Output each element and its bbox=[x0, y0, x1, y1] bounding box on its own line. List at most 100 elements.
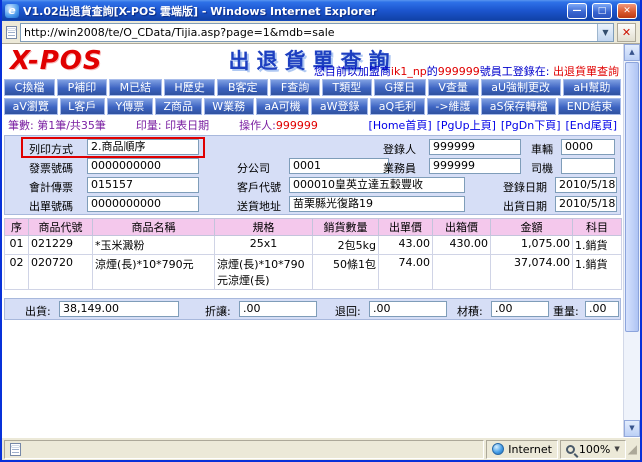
xpos-logo: X-POS bbox=[10, 46, 103, 76]
toolbar-button[interactable]: Y傳票 bbox=[107, 98, 153, 115]
voucher-field[interactable]: 015157 bbox=[87, 177, 199, 193]
login-date-label: 登錄日期 bbox=[503, 179, 547, 195]
discount-label: 折讓: bbox=[205, 303, 231, 319]
nav-link-home[interactable]: [Home首頁] bbox=[369, 117, 432, 133]
title-bar: e V1.02出退貨查詢[X-POS 雲端版] - Windows Intern… bbox=[2, 0, 640, 21]
login-person-label: 登錄人 bbox=[383, 141, 416, 157]
login-location: 出退貨單查詢 bbox=[553, 65, 619, 78]
ship-total-field[interactable]: 38,149.00 bbox=[59, 301, 179, 317]
column-header: 銷貨數量 bbox=[313, 219, 379, 236]
minimize-button[interactable]: — bbox=[567, 3, 587, 19]
vertical-scrollbar[interactable]: ▲ ▼ bbox=[623, 44, 640, 437]
cell-box-price: 430.00 bbox=[433, 236, 491, 255]
discount-field[interactable]: .00 bbox=[239, 301, 317, 317]
nav-link-pgup[interactable]: [PgUp上頁] bbox=[437, 117, 496, 133]
toolbar-button[interactable]: Z商品 bbox=[155, 98, 202, 115]
vehicle-label: 車輛 bbox=[531, 141, 553, 157]
zoom-dropdown-icon[interactable]: ▼ bbox=[614, 445, 619, 453]
toolbar-button[interactable]: aA可機 bbox=[256, 98, 310, 115]
address-input[interactable]: http://win2008/te/O_CData/Tijia.asp?page… bbox=[20, 23, 614, 42]
toolbar-button[interactable]: aQ毛利 bbox=[370, 98, 425, 115]
table-row[interactable]: 01 021229 *玉米澱粉 25x1 2包5kg 43.00 430.00 … bbox=[5, 236, 622, 255]
toolbar-button[interactable]: aS保存轉檔 bbox=[481, 98, 556, 115]
salesman-field[interactable]: 999999 bbox=[429, 158, 521, 174]
content-area: X-POS 出退貨單查詢 您目前以加盟商ik1_np的999999號員工登錄在:… bbox=[2, 44, 640, 437]
print-date-info: 印量: 印表日期 bbox=[136, 117, 209, 133]
column-header: 出單價 bbox=[379, 219, 433, 236]
toolbar-button[interactable]: aU強制更改 bbox=[481, 79, 561, 96]
window-title: V1.02出退貨查詢[X-POS 雲端版] - Windows Internet… bbox=[23, 3, 562, 19]
cell-unit-price: 43.00 bbox=[379, 236, 433, 255]
nav-link-end[interactable]: [End尾頁] bbox=[566, 117, 618, 133]
toolbar-button[interactable]: P補印 bbox=[57, 79, 107, 96]
toolbar-button[interactable]: F查詢 bbox=[270, 79, 320, 96]
driver-field[interactable] bbox=[561, 158, 615, 174]
scroll-track[interactable] bbox=[624, 333, 640, 420]
stop-button[interactable]: ✕ bbox=[617, 23, 636, 42]
toolbar-button[interactable]: G擇日 bbox=[374, 79, 426, 96]
toolbar-button[interactable]: L客戶 bbox=[60, 98, 105, 115]
delivery-address-field[interactable]: 苗栗縣光復路19 bbox=[289, 196, 465, 212]
toolbar-button[interactable]: aH幫助 bbox=[563, 79, 621, 96]
status-main-panel bbox=[4, 440, 484, 459]
cell-product-code: 021229 bbox=[29, 236, 93, 255]
return-field[interactable]: .00 bbox=[369, 301, 447, 317]
order-no-field[interactable]: 0000000000 bbox=[87, 196, 199, 212]
invoice-label: 發票號碼 bbox=[29, 160, 73, 176]
column-header: 出箱價 bbox=[433, 219, 491, 236]
toolbar-button[interactable]: B客定 bbox=[217, 79, 268, 96]
cell-product-name: *玉米澱粉 bbox=[93, 236, 215, 255]
driver-label: 司機 bbox=[531, 160, 553, 176]
cell-qty: 2包5kg bbox=[313, 236, 379, 255]
toolbar-button[interactable]: W業務 bbox=[204, 98, 254, 115]
scroll-up-icon[interactable]: ▲ bbox=[624, 44, 640, 61]
ie-logo-icon: e bbox=[5, 4, 19, 18]
cell-seq: 01 bbox=[5, 236, 29, 255]
branch-field[interactable]: 0001 bbox=[289, 158, 389, 174]
zoom-panel[interactable]: 100% ▼ bbox=[560, 440, 626, 459]
weight-field[interactable]: .00 bbox=[585, 301, 619, 317]
address-bar: http://win2008/te/O_CData/Tijia.asp?page… bbox=[2, 21, 640, 44]
browser-window: e V1.02出退貨查詢[X-POS 雲端版] - Windows Intern… bbox=[0, 0, 642, 462]
resize-grip[interactable]: ◢ bbox=[628, 443, 638, 455]
volume-field[interactable]: .00 bbox=[491, 301, 549, 317]
print-mode-label: 列印方式 bbox=[29, 141, 73, 157]
login-date-field[interactable]: 2010/5/18 bbox=[555, 177, 617, 193]
toolbar-button[interactable]: aV瀏覽 bbox=[4, 98, 58, 115]
ship-date-field[interactable]: 2010/5/18 bbox=[555, 196, 617, 212]
toolbar-button[interactable]: C換檔 bbox=[4, 79, 55, 96]
record-status-line: 筆數: 第1筆/共35筆 印量: 印表日期 操作人: 999999 [Home首… bbox=[2, 115, 623, 134]
zone-label: Internet bbox=[508, 443, 552, 456]
vehicle-field[interactable]: 0000 bbox=[561, 139, 615, 155]
customer-label: 客戶代號 bbox=[237, 179, 281, 195]
toolbar-button[interactable]: aW登錄 bbox=[311, 98, 368, 115]
table-header-row: 序 商品代號 商品名稱 規格 銷貨數量 出單價 出箱價 金額 科目 bbox=[5, 219, 622, 236]
toolbar-button[interactable]: H歷史 bbox=[164, 79, 216, 96]
operator-label: 操作人: bbox=[239, 117, 276, 133]
maximize-button[interactable]: □ bbox=[592, 3, 612, 19]
scroll-down-icon[interactable]: ▼ bbox=[624, 420, 640, 437]
security-zone-panel[interactable]: Internet bbox=[486, 440, 558, 459]
print-mode-field[interactable]: 2.商品順序 bbox=[87, 139, 199, 155]
web-page: X-POS 出退貨單查詢 您目前以加盟商ik1_np的999999號員工登錄在:… bbox=[2, 44, 623, 437]
nav-link-pgdn[interactable]: [PgDn下頁] bbox=[501, 117, 561, 133]
toolbar-button[interactable]: ->維護 bbox=[427, 98, 479, 115]
address-dropdown-icon[interactable]: ▼ bbox=[597, 24, 613, 41]
scroll-thumb[interactable] bbox=[625, 62, 639, 332]
close-button[interactable]: ✕ bbox=[617, 3, 637, 19]
toolbar-button[interactable]: M已結 bbox=[109, 79, 162, 96]
toolbar-row-1: C換檔 P補印 M已結 H歷史 B客定 F查詢 T類型 G擇日 V查量 aU強制… bbox=[2, 79, 623, 96]
login-person-field[interactable]: 999999 bbox=[429, 139, 521, 155]
invoice-field[interactable]: 0000000000 bbox=[87, 158, 199, 174]
toolbar-button[interactable]: V查量 bbox=[428, 79, 479, 96]
column-header: 商品名稱 bbox=[93, 219, 215, 236]
column-header: 商品代號 bbox=[29, 219, 93, 236]
toolbar-button[interactable]: T類型 bbox=[322, 79, 372, 96]
weight-label: 重量: bbox=[553, 303, 579, 319]
table-row[interactable]: 02 020720 涼煙(長)*10*790元 涼煙(長)*10*790元涼煙(… bbox=[5, 255, 622, 290]
cell-unit-price: 74.00 bbox=[379, 255, 433, 290]
summary-bar: 出貨: 38,149.00 折讓: .00 退回: .00 材積: .00 重量… bbox=[4, 298, 621, 320]
toolbar-button[interactable]: END結束 bbox=[558, 98, 621, 115]
login-part1: 您目前以加盟商 bbox=[314, 65, 391, 78]
customer-field[interactable]: 000010皇英立達五穀豐收 bbox=[289, 177, 465, 193]
